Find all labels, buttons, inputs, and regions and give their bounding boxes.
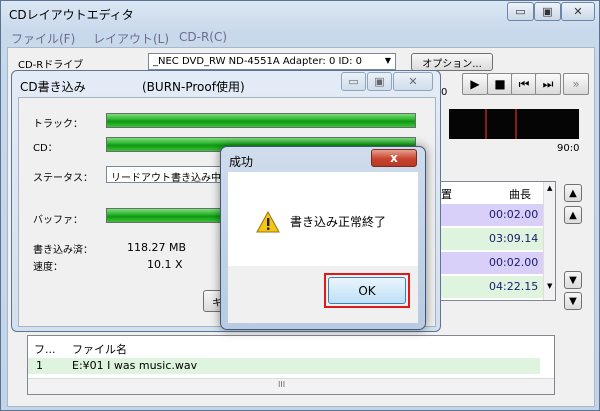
drive-select-value: _NEC DVD_RW ND-4551A Adapter: 0 ID: 0 (153, 56, 363, 67)
maximize-icon: ▣ (542, 5, 553, 18)
move-bottom-icon: ▼ (569, 295, 577, 307)
play-button[interactable]: ▶ (462, 73, 488, 95)
drive-label: CD-Rドライブ (18, 60, 84, 71)
drive-select[interactable]: _NEC DVD_RW ND-4551A Adapter: 0 ID: 0 ▼ (148, 53, 396, 70)
success-message: 書き込み正常終了 (290, 215, 387, 229)
ok-button-label: OK (358, 283, 376, 298)
previous-icon: ⏮ (518, 76, 530, 91)
maximize-icon: ▣ (374, 75, 385, 88)
table-row[interactable]: 04:22.15 (429, 276, 543, 298)
minimize-icon: ▭ (515, 5, 526, 18)
track-length: 04:22.15 (489, 280, 539, 293)
list-item[interactable]: 1 E:¥01 I was music.wav (28, 358, 540, 374)
track-progress-label: トラック： (33, 119, 83, 130)
stop-icon: ■ (494, 77, 506, 91)
status-label: ステータス： (33, 173, 93, 184)
level-meter (449, 109, 579, 139)
next-icon: ⏭ (542, 76, 554, 91)
window-title: CDレイアウトエディタ (9, 8, 134, 22)
speed-label: 速度： (33, 262, 63, 273)
menu-cdr[interactable]: CD-R(C) (179, 30, 227, 44)
options-button[interactable]: オプション... (411, 53, 493, 71)
move-top-icon: ▲ (569, 187, 577, 199)
track-rows: 00:02.00 03:09.14 00:02.00 04:22.15 (429, 204, 555, 300)
column-header-position[interactable]: 置 (441, 186, 452, 202)
burn-maximize-button[interactable]: ▣ (367, 72, 392, 91)
burn-dialog-subtitle: (BURN-Proof使用) (142, 80, 245, 94)
move-bottom-button[interactable]: ▼ (564, 292, 582, 310)
file-list-hscrollbar[interactable]: III (28, 378, 554, 394)
next-track-button[interactable]: ⏭ (535, 73, 561, 95)
play-icon: ▶ (470, 77, 480, 91)
track-length: 00:02.00 (489, 256, 539, 269)
burn-close-button[interactable]: ✕ (393, 72, 433, 91)
success-dialog-title: 成功 (229, 155, 254, 169)
track-table[interactable]: 置 曲長 00:02.00 03:09.14 00:02.00 04:22.15 ▲ … (428, 181, 556, 301)
success-message-area: 書き込み正常終了 (228, 172, 418, 266)
maximize-button[interactable]: ▣ (534, 2, 561, 21)
speed-value: 10.1 X (147, 258, 183, 271)
buffer-label: バッファ： (33, 215, 83, 226)
burn-dialog-title: CD書き込み (20, 80, 86, 94)
scroll-thumb[interactable]: III (278, 380, 285, 389)
column-header-filename[interactable]: ファイル名 (72, 341, 127, 357)
status-value: リードアウト書き込み中 (111, 173, 221, 184)
prev-track-button[interactable]: ⏮ (511, 73, 537, 95)
table-row[interactable]: 03:09.14 (429, 228, 543, 250)
success-dialog: 成功 x 書き込み正常終了 OK (220, 146, 426, 330)
minimize-icon: ▭ (348, 75, 359, 88)
meter-end-label: 90:0 (557, 143, 580, 154)
forward-button[interactable]: » (563, 73, 589, 95)
file-name: E:¥01 I was music.wav (72, 359, 198, 372)
move-up-button[interactable]: ▲ (564, 206, 582, 224)
title-bar: CDレイアウトエディタ ▭ ▣ ✕ (1, 1, 599, 27)
file-list[interactable]: フ... ファイル名 1 E:¥01 I was music.wav III (27, 335, 555, 395)
cd-progress-label: CD： (33, 143, 58, 154)
track-length: 00:02.00 (489, 208, 539, 221)
meter-marker (515, 109, 517, 139)
status-field: リードアウト書き込み中 (106, 166, 226, 184)
scroll-down-icon[interactable]: ▼ (547, 282, 552, 290)
table-row[interactable]: 00:02.00 (429, 252, 543, 274)
menu-layout[interactable]: レイアウト(L) (93, 30, 169, 47)
file-index: 1 (36, 359, 43, 372)
minimize-button[interactable]: ▭ (507, 2, 534, 21)
close-icon: x (390, 151, 398, 165)
menu-bar: ファイル(F) レイアウト(L) CD-R(C) (7, 29, 595, 47)
burn-minimize-button[interactable]: ▭ (341, 72, 366, 91)
close-icon: ✕ (573, 5, 583, 18)
written-value: 118.27 MB (127, 241, 187, 254)
track-progress-bar (106, 113, 416, 128)
chevron-down-icon: ▼ (384, 56, 391, 65)
meter-marker (485, 109, 487, 139)
table-row[interactable]: 00:02.00 (429, 204, 543, 226)
stop-button[interactable]: ■ (487, 73, 513, 95)
close-icon: ✕ (408, 75, 418, 88)
column-header-type[interactable]: フ... (34, 341, 56, 357)
move-down-icon: ▼ (569, 274, 577, 286)
ok-button[interactable]: OK (328, 277, 406, 304)
written-label: 書き込み済： (33, 245, 93, 256)
track-length: 03:09.14 (489, 232, 539, 245)
close-button[interactable]: ✕ (561, 2, 595, 21)
success-close-button[interactable]: x (371, 149, 417, 167)
success-dialog-footer: OK (228, 266, 418, 323)
scroll-up-icon[interactable]: ▲ (547, 184, 552, 192)
move-down-button[interactable]: ▼ (564, 271, 582, 289)
time-readout: 0 (441, 87, 448, 98)
track-scrollbar[interactable]: ▲ ▼ (543, 182, 555, 300)
column-header-length[interactable]: 曲長 (509, 186, 531, 202)
warning-icon (256, 211, 280, 233)
menu-file[interactable]: ファイル(F) (11, 30, 75, 47)
move-top-button[interactable]: ▲ (564, 184, 582, 202)
move-up-icon: ▲ (569, 209, 577, 221)
fast-forward-icon: » (572, 77, 580, 91)
